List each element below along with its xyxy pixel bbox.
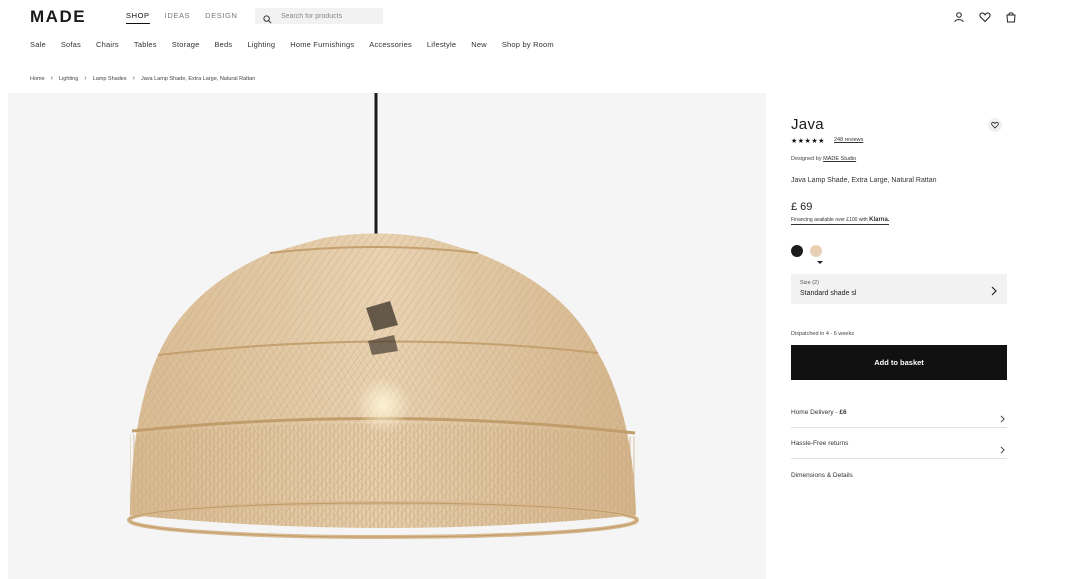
tab-shop[interactable]: SHOP: [126, 11, 150, 24]
category-chairs[interactable]: Chairs: [96, 40, 119, 49]
search-icon: [263, 11, 272, 29]
chevron-right-icon: [1000, 410, 1005, 428]
lamp-shade-illustration: [127, 93, 639, 539]
returns-row[interactable]: Hassle-Free returns: [791, 428, 1007, 459]
top-nav: SHOP IDEAS DESIGN: [126, 11, 238, 24]
wishlist-button[interactable]: [988, 118, 1002, 132]
add-to-basket-button[interactable]: Add to basket: [791, 345, 1007, 380]
size-value: Standard shade sl: [800, 290, 857, 297]
account-icon[interactable]: [953, 10, 965, 23]
category-beds[interactable]: Beds: [214, 40, 232, 49]
dimensions-label: Dimensions & Details: [791, 472, 853, 479]
chevron-right-icon: [991, 283, 997, 301]
delivery-price: £6: [839, 409, 847, 416]
product-description: Java Lamp Shade, Extra Large, Natural Ra…: [791, 177, 937, 184]
category-lifestyle[interactable]: Lifestyle: [427, 40, 456, 49]
product-title: Java: [791, 116, 824, 133]
breadcrumb: Home › Lighting › Lamp Shades › Java Lam…: [30, 75, 255, 82]
colour-swatches: [791, 245, 822, 257]
dimensions-row[interactable]: Dimensions & Details: [791, 460, 1007, 491]
category-tables[interactable]: Tables: [134, 40, 157, 49]
swatch-natural[interactable]: [810, 245, 822, 257]
designed-by-label: Designed by: [791, 156, 822, 162]
financing-link[interactable]: Financing available over £100 with Klarn…: [791, 217, 890, 225]
breadcrumb-current: Java Lamp Shade, Extra Large, Natural Ra…: [140, 75, 256, 82]
chevron-right-icon: ›: [84, 75, 87, 82]
home-delivery-row[interactable]: Home Delivery - £6: [791, 397, 1007, 428]
size-selector[interactable]: Size (2) Standard shade sl: [791, 274, 1007, 304]
category-sale[interactable]: Sale: [30, 40, 46, 49]
breadcrumb-lighting[interactable]: Lighting: [59, 76, 78, 82]
home-delivery-text: Home Delivery - £6: [791, 409, 847, 416]
reviews-link[interactable]: 248 reviews: [834, 137, 863, 143]
category-storage[interactable]: Storage: [172, 40, 200, 49]
tab-design[interactable]: DESIGN: [205, 11, 237, 24]
dispatch-time: Dispatched in 4 - 6 weeks: [791, 331, 854, 337]
financing-text: Financing available over £100 with: [791, 217, 868, 223]
category-accessories[interactable]: Accessories: [369, 40, 412, 49]
category-nav: Sale Sofas Chairs Tables Storage Beds Li…: [30, 40, 554, 49]
product-image[interactable]: [8, 93, 766, 579]
heart-icon: [991, 121, 999, 129]
category-new[interactable]: New: [471, 40, 487, 49]
designer-link[interactable]: MADE Studio: [823, 156, 856, 162]
tab-ideas[interactable]: IDEAS: [165, 11, 191, 24]
chevron-right-icon: [1000, 441, 1005, 459]
category-sofas[interactable]: Sofas: [61, 40, 81, 49]
chevron-right-icon: ›: [50, 75, 54, 82]
returns-label: Hassle-Free returns: [791, 440, 849, 447]
basket-icon[interactable]: [1005, 10, 1017, 23]
category-shop-by-room[interactable]: Shop by Room: [502, 40, 554, 49]
heart-icon[interactable]: [979, 10, 991, 23]
selected-swatch-indicator: [817, 261, 823, 264]
chevron-right-icon: ›: [132, 75, 135, 82]
home-delivery-label: Home Delivery -: [791, 409, 840, 416]
header-icons: [953, 10, 1017, 23]
size-label: Size (2): [800, 280, 819, 286]
search-box[interactable]: [255, 8, 383, 24]
logo[interactable]: MADE: [30, 7, 86, 27]
category-home-furnishings[interactable]: Home Furnishings: [290, 40, 354, 49]
site-header: MADE SHOP IDEAS DESIGN: [0, 0, 1080, 34]
breadcrumb-lamp-shades[interactable]: Lamp Shades: [93, 76, 127, 82]
swatch-black[interactable]: [791, 245, 803, 257]
designer-line: Designed by MADE Studio: [791, 156, 856, 162]
product-price: £ 69: [791, 201, 813, 213]
rating-stars: ★★★★★: [791, 138, 825, 145]
search-input[interactable]: [281, 10, 377, 22]
category-lighting[interactable]: Lighting: [247, 40, 275, 49]
klarna-logo: Klarna.: [869, 217, 890, 223]
breadcrumb-home[interactable]: Home: [30, 76, 45, 82]
